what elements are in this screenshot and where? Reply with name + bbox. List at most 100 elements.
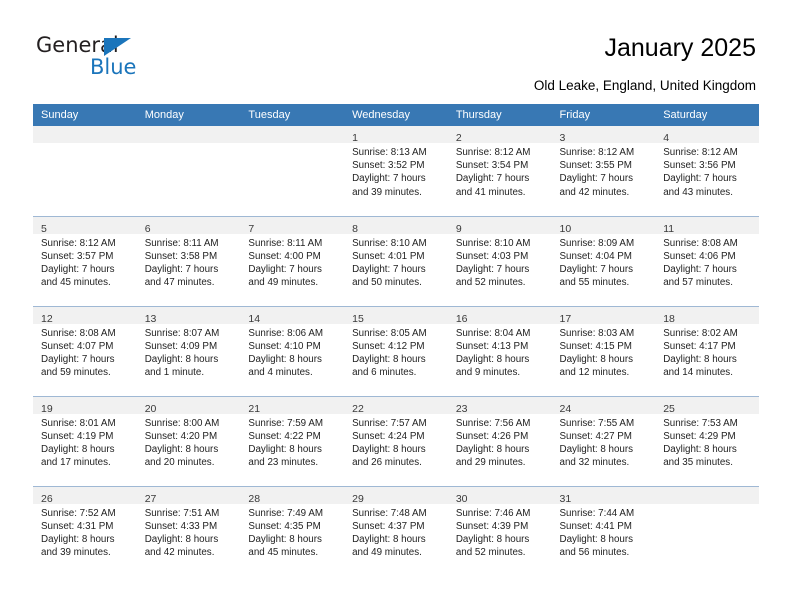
day-detail-lines: Sunrise: 8:08 AM Sunset: 4:07 PM Daylight:…	[33, 324, 137, 380]
calendar-day-cell[interactable]: 6 Sunrise: 8:11 AM Sunset: 3:58 PM Daylight…	[136, 215, 241, 306]
daylight-text: Daylight: 7 hours	[41, 263, 115, 275]
day-number: 8	[352, 222, 358, 235]
calendar-day-cell[interactable]: 15 Sunrise: 8:05 AM Sunset: 4:12 PM Dayligh…	[344, 305, 448, 396]
day-number-band: 19	[33, 396, 137, 415]
calendar-day-cell[interactable]: 2 Sunrise: 8:12 AM Sunset: 3:54 PM Daylight…	[447, 126, 552, 216]
calendar-day-cell[interactable]: 31 Sunrise: 7:44 AM Sunset: 4:41 PM Dayligh…	[551, 485, 656, 576]
calendar-day-cell[interactable]: 24 Sunrise: 7:55 AM Sunset: 4:27 PM Dayligh…	[551, 395, 656, 486]
daylight-text: Daylight: 8 hours	[144, 533, 219, 545]
calendar-day-cell-empty	[240, 126, 345, 216]
day-number: 10	[559, 222, 572, 235]
calendar-day-cell[interactable]: 12 Sunrise: 8:08 AM Sunset: 4:07 PM Dayligh…	[33, 305, 137, 396]
day-number-band: 11	[655, 216, 759, 235]
calendar-day-cell[interactable]: 16 Sunrise: 8:04 AM Sunset: 4:13 PM Dayligh…	[447, 305, 552, 396]
general-blue-logo[interactable]: General Blue	[36, 33, 236, 83]
sunset-text: Sunset: 4:24 PM	[352, 430, 425, 442]
day-detail-lines: Sunrise: 8:04 AM Sunset: 4:13 PM Daylight:…	[448, 324, 552, 380]
day-cell-inner: 18 Sunrise: 8:02 AM Sunset: 4:17 PM Dayligh…	[655, 306, 759, 396]
calendar-day-cell[interactable]: 8 Sunrise: 8:10 AM Sunset: 4:01 PM Daylight…	[344, 215, 448, 306]
calendar-day-cell[interactable]: 25 Sunrise: 7:53 AM Sunset: 4:29 PM Dayligh…	[655, 395, 759, 486]
calendar-day-cell[interactable]: 14 Sunrise: 8:06 AM Sunset: 4:10 PM Dayligh…	[240, 305, 345, 396]
calendar-day-cell[interactable]: 4 Sunrise: 8:12 AM Sunset: 3:56 PM Daylight…	[655, 126, 759, 216]
calendar-day-cell[interactable]: 30 Sunrise: 7:46 AM Sunset: 4:39 PM Dayligh…	[447, 485, 552, 576]
calendar-day-cell[interactable]: 17 Sunrise: 8:03 AM Sunset: 4:15 PM Dayligh…	[551, 305, 656, 396]
daylight-text: Daylight: 8 hours	[455, 443, 530, 455]
page-location: Old Leake, England, United Kingdom	[533, 78, 756, 93]
sunrise-text: Sunrise: 8:00 AM	[144, 417, 220, 429]
calendar-page: General Blue January 2025 Old Leake, Eng…	[0, 0, 792, 612]
daylight-text: Daylight: 8 hours	[248, 443, 322, 455]
day-cell-inner: 19 Sunrise: 8:01 AM Sunset: 4:19 PM Dayligh…	[33, 396, 137, 486]
calendar-day-cell[interactable]: 28 Sunrise: 7:49 AM Sunset: 4:35 PM Dayligh…	[240, 485, 345, 576]
calendar-day-cell[interactable]: 26 Sunrise: 7:52 AM Sunset: 4:31 PM Dayligh…	[33, 485, 137, 576]
day-detail-lines: Sunrise: 8:11 AM Sunset: 3:58 PM Daylight:…	[137, 234, 241, 290]
day-cell-inner: 3 Sunrise: 8:12 AM Sunset: 3:55 PM Daylight…	[551, 126, 656, 216]
day-cell-inner	[33, 126, 137, 216]
calendar-day-cell[interactable]: 29 Sunrise: 7:48 AM Sunset: 4:37 PM Dayligh…	[344, 485, 448, 576]
weekday-header-saturday: Saturday	[655, 104, 759, 126]
sunrise-text: Sunrise: 7:55 AM	[559, 417, 635, 429]
sunrise-text: Sunrise: 8:01 AM	[41, 417, 116, 429]
calendar-day-cell[interactable]: 27 Sunrise: 7:51 AM Sunset: 4:33 PM Dayligh…	[136, 485, 241, 576]
weekday-header-monday: Monday	[136, 104, 241, 126]
sunrise-text: Sunrise: 7:51 AM	[144, 507, 220, 519]
daylight-text-cont: and 49 minutes.	[248, 277, 319, 289]
day-cell-inner: 22 Sunrise: 7:57 AM Sunset: 4:24 PM Dayligh…	[344, 396, 448, 486]
calendar-day-cell[interactable]: 7 Sunrise: 8:11 AM Sunset: 4:00 PM Daylight…	[240, 215, 345, 306]
sunrise-text: Sunrise: 8:11 AM	[144, 237, 219, 249]
daylight-text-cont: and 57 minutes.	[663, 277, 733, 289]
calendar-day-cell[interactable]: 18 Sunrise: 8:02 AM Sunset: 4:17 PM Dayligh…	[655, 305, 759, 396]
calendar-day-cell[interactable]: 20 Sunrise: 8:00 AM Sunset: 4:20 PM Dayligh…	[136, 395, 241, 486]
calendar-day-cell[interactable]: 19 Sunrise: 8:01 AM Sunset: 4:19 PM Dayligh…	[33, 395, 137, 486]
sunrise-text: Sunrise: 8:11 AM	[248, 237, 323, 249]
daylight-text-cont: and 49 minutes.	[352, 547, 422, 559]
sunrise-text: Sunrise: 8:02 AM	[663, 327, 738, 339]
day-number: 22	[352, 402, 364, 415]
daylight-text: Daylight: 8 hours	[41, 533, 115, 545]
daylight-text: Daylight: 8 hours	[248, 533, 322, 545]
calendar-day-cell[interactable]: 9 Sunrise: 8:10 AM Sunset: 4:03 PM Daylight…	[447, 215, 552, 306]
calendar-day-cell[interactable]: 21 Sunrise: 7:59 AM Sunset: 4:22 PM Dayligh…	[240, 395, 345, 486]
day-number: 11	[663, 222, 675, 235]
daylight-text: Daylight: 8 hours	[455, 533, 530, 545]
calendar-day-cell[interactable]: 13 Sunrise: 8:07 AM Sunset: 4:09 PM Dayligh…	[136, 305, 241, 396]
day-detail-lines: Sunrise: 8:12 AM Sunset: 3:54 PM Daylight:…	[448, 143, 552, 199]
day-number-band	[33, 126, 137, 143]
day-detail-lines: Sunrise: 7:46 AM Sunset: 4:39 PM Daylight:…	[448, 504, 552, 560]
logo-triangle-icon	[104, 38, 131, 56]
sunset-text: Sunset: 4:17 PM	[663, 340, 736, 352]
day-detail-lines: Sunrise: 8:11 AM Sunset: 4:00 PM Daylight:…	[240, 234, 344, 290]
day-number: 27	[144, 492, 157, 505]
day-detail-lines: Sunrise: 8:13 AM Sunset: 3:52 PM Daylight:…	[344, 143, 448, 199]
sunset-text: Sunset: 3:54 PM	[455, 160, 529, 172]
day-cell-inner: 15 Sunrise: 8:05 AM Sunset: 4:12 PM Dayligh…	[344, 306, 448, 396]
calendar-day-cell[interactable]: 11 Sunrise: 8:08 AM Sunset: 4:06 PM Dayligh…	[655, 215, 759, 306]
daylight-text: Daylight: 8 hours	[559, 533, 634, 545]
calendar-day-cell[interactable]: 3 Sunrise: 8:12 AM Sunset: 3:55 PM Daylight…	[551, 126, 656, 216]
day-detail-lines: Sunrise: 7:44 AM Sunset: 4:41 PM Daylight:…	[552, 504, 656, 560]
daylight-text-cont: and 20 minutes.	[144, 457, 215, 469]
day-cell-inner	[240, 126, 345, 216]
daylight-text-cont: and 14 minutes.	[663, 367, 733, 379]
daylight-text-cont: and 6 minutes.	[352, 367, 417, 379]
calendar-day-cell[interactable]: 10 Sunrise: 8:09 AM Sunset: 4:04 PM Dayligh…	[551, 215, 656, 306]
day-detail-lines: Sunrise: 8:06 AM Sunset: 4:10 PM Daylight:…	[240, 324, 344, 380]
logo-text-blue: Blue	[90, 55, 137, 79]
calendar-day-cell[interactable]: 5 Sunrise: 8:12 AM Sunset: 3:57 PM Daylight…	[33, 215, 137, 306]
daylight-text-cont: and 45 minutes.	[248, 547, 319, 559]
day-cell-inner: 1 Sunrise: 8:13 AM Sunset: 3:52 PM Daylight…	[344, 126, 448, 216]
day-number-band: 25	[655, 396, 759, 415]
sunrise-text: Sunrise: 8:05 AM	[352, 327, 427, 339]
day-cell-inner: 12 Sunrise: 8:08 AM Sunset: 4:07 PM Dayligh…	[33, 306, 137, 396]
sunset-text: Sunset: 4:15 PM	[559, 340, 632, 352]
day-number-band	[655, 486, 759, 504]
sunset-text: Sunset: 4:20 PM	[144, 430, 218, 442]
day-detail-lines: Sunrise: 8:05 AM Sunset: 4:12 PM Daylight:…	[344, 324, 448, 380]
calendar-day-cell[interactable]: 22 Sunrise: 7:57 AM Sunset: 4:24 PM Dayligh…	[344, 395, 448, 486]
calendar-day-cell[interactable]: 23 Sunrise: 7:56 AM Sunset: 4:26 PM Dayligh…	[447, 395, 552, 486]
calendar-day-cell[interactable]: 1 Sunrise: 8:13 AM Sunset: 3:52 PM Daylight…	[344, 126, 448, 216]
day-number-band: 20	[136, 396, 241, 415]
day-number-band: 18	[655, 306, 759, 325]
day-cell-inner: 11 Sunrise: 8:08 AM Sunset: 4:06 PM Dayligh…	[655, 216, 759, 306]
sunrise-text: Sunrise: 8:08 AM	[41, 327, 116, 339]
